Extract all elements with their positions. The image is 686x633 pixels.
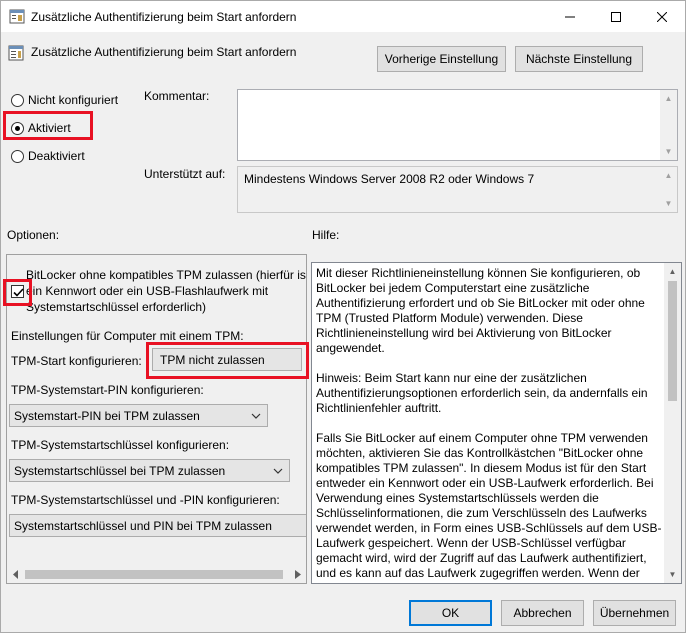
help-paragraph-3: Falls Sie BitLocker auf einem Computer o… xyxy=(316,431,662,580)
scroll-right-icon[interactable] xyxy=(289,566,306,583)
radio-enabled[interactable]: Aktiviert xyxy=(11,121,71,135)
startup-pin-value: Systemstart-PIN bei TPM zulassen xyxy=(14,408,200,423)
scroll-left-icon[interactable] xyxy=(7,566,24,583)
supported-on-box: Mindestens Windows Server 2008 R2 oder W… xyxy=(237,166,678,213)
previous-setting-button[interactable]: Vorherige Einstellung xyxy=(377,46,506,72)
options-panel: BitLocker ohne kompatibles TPM zulassen … xyxy=(6,254,307,584)
no-tpm-label-line2: ein Kennwort oder ein USB-Flashlaufwerk … xyxy=(26,284,269,298)
startup-key-label: TPM-Systemstartschlüssel konfigurieren: xyxy=(11,438,230,452)
startup-key-value: Systemstartschlüssel bei TPM zulassen xyxy=(14,463,226,478)
radio-enabled-dot xyxy=(11,121,24,135)
minimize-icon xyxy=(565,16,575,17)
scroll-up-icon[interactable]: ▲ xyxy=(664,263,681,280)
help-scrollbar[interactable]: ▲ ▼ xyxy=(664,263,681,583)
policy-setting-icon xyxy=(8,45,24,61)
scrollbar-thumb[interactable] xyxy=(668,281,677,401)
title-bar: Zusätzliche Authentifizierung beim Start… xyxy=(1,1,685,32)
close-button[interactable] xyxy=(639,1,685,32)
comment-textarea[interactable]: ▲ ▼ xyxy=(237,89,678,161)
radio-not-configured-dot xyxy=(11,93,24,107)
chevron-down-icon xyxy=(251,413,261,419)
no-tpm-checkbox[interactable] xyxy=(11,285,24,298)
tpm-start-value: TPM nicht zulassen xyxy=(160,352,265,367)
chevron-down-icon xyxy=(273,468,283,474)
supported-value: Mindestens Windows Server 2008 R2 oder W… xyxy=(244,172,535,186)
apply-button[interactable]: Übernehmen xyxy=(593,600,676,626)
help-section-label: Hilfe: xyxy=(312,228,340,242)
maximize-button[interactable] xyxy=(593,1,639,32)
minimize-button[interactable] xyxy=(547,1,593,32)
policy-app-icon xyxy=(9,9,25,24)
scroll-down-icon[interactable]: ▼ xyxy=(660,143,677,160)
next-setting-button[interactable]: Nächste Einstellung xyxy=(515,46,643,72)
scroll-up-icon[interactable]: ▲ xyxy=(660,167,677,184)
window-title: Zusätzliche Authentifizierung beim Start… xyxy=(31,10,297,24)
tpm-start-dropdown[interactable]: TPM nicht zulassen xyxy=(152,348,302,371)
help-paragraph-1: Mit dieser Richtlinieneinstellung können… xyxy=(316,266,645,355)
tpm-settings-heading: Einstellungen für Computer mit einem TPM… xyxy=(11,329,244,343)
radio-disabled[interactable]: Deaktiviert xyxy=(11,149,85,163)
scroll-up-icon[interactable]: ▲ xyxy=(660,90,677,107)
radio-disabled-dot xyxy=(11,149,24,163)
startup-key-pin-dropdown[interactable]: Systemstartschlüssel und PIN bei TPM zul… xyxy=(9,514,306,537)
help-paragraph-2: Hinweis: Beim Start kann nur eine der zu… xyxy=(316,371,648,415)
policy-dialog-window: Zusätzliche Authentifizierung beim Start… xyxy=(0,0,686,633)
no-tpm-label-line1: BitLocker ohne kompatibles TPM zulassen … xyxy=(26,268,307,282)
startup-key-pin-label: TPM-Systemstartschlüssel und -PIN konfig… xyxy=(11,493,280,507)
scroll-down-icon[interactable]: ▼ xyxy=(660,195,677,212)
radio-disabled-label: Deaktiviert xyxy=(28,149,85,163)
maximize-icon xyxy=(611,11,621,22)
no-tpm-label-line3: Systemstartschlüssel erforderlich) xyxy=(26,300,207,314)
help-text: Mit dieser Richtlinieneinstellung können… xyxy=(316,266,662,583)
radio-enabled-label: Aktiviert xyxy=(28,121,71,135)
radio-not-configured-label: Nicht konfiguriert xyxy=(28,93,119,107)
comment-label: Kommentar: xyxy=(144,89,210,103)
supported-scrollbar[interactable]: ▲ ▼ xyxy=(660,167,677,212)
startup-pin-dropdown[interactable]: Systemstart-PIN bei TPM zulassen xyxy=(9,404,268,427)
help-panel: Mit dieser Richtlinieneinstellung können… xyxy=(311,262,682,584)
startup-key-pin-value: Systemstartschlüssel und PIN bei TPM zul… xyxy=(14,518,272,533)
scrollbar-thumb[interactable] xyxy=(25,570,283,579)
ok-button[interactable]: OK xyxy=(409,600,492,626)
policy-title: Zusätzliche Authentifizierung beim Start… xyxy=(31,45,297,59)
options-horizontal-scrollbar[interactable] xyxy=(7,566,306,583)
tpm-start-label: TPM-Start konfigurieren: xyxy=(11,354,142,368)
cancel-button[interactable]: Abbrechen xyxy=(501,600,584,626)
supported-label: Unterstützt auf: xyxy=(144,167,226,181)
startup-key-dropdown[interactable]: Systemstartschlüssel bei TPM zulassen xyxy=(9,459,290,482)
startup-pin-label: TPM-Systemstart-PIN konfigurieren: xyxy=(11,383,204,397)
checkmark-icon xyxy=(13,288,24,297)
options-section-label: Optionen: xyxy=(7,228,60,242)
scroll-down-icon[interactable]: ▼ xyxy=(664,566,681,583)
comment-scrollbar[interactable]: ▲ ▼ xyxy=(660,90,677,160)
radio-not-configured[interactable]: Nicht konfiguriert xyxy=(11,93,118,107)
close-icon xyxy=(657,11,667,22)
